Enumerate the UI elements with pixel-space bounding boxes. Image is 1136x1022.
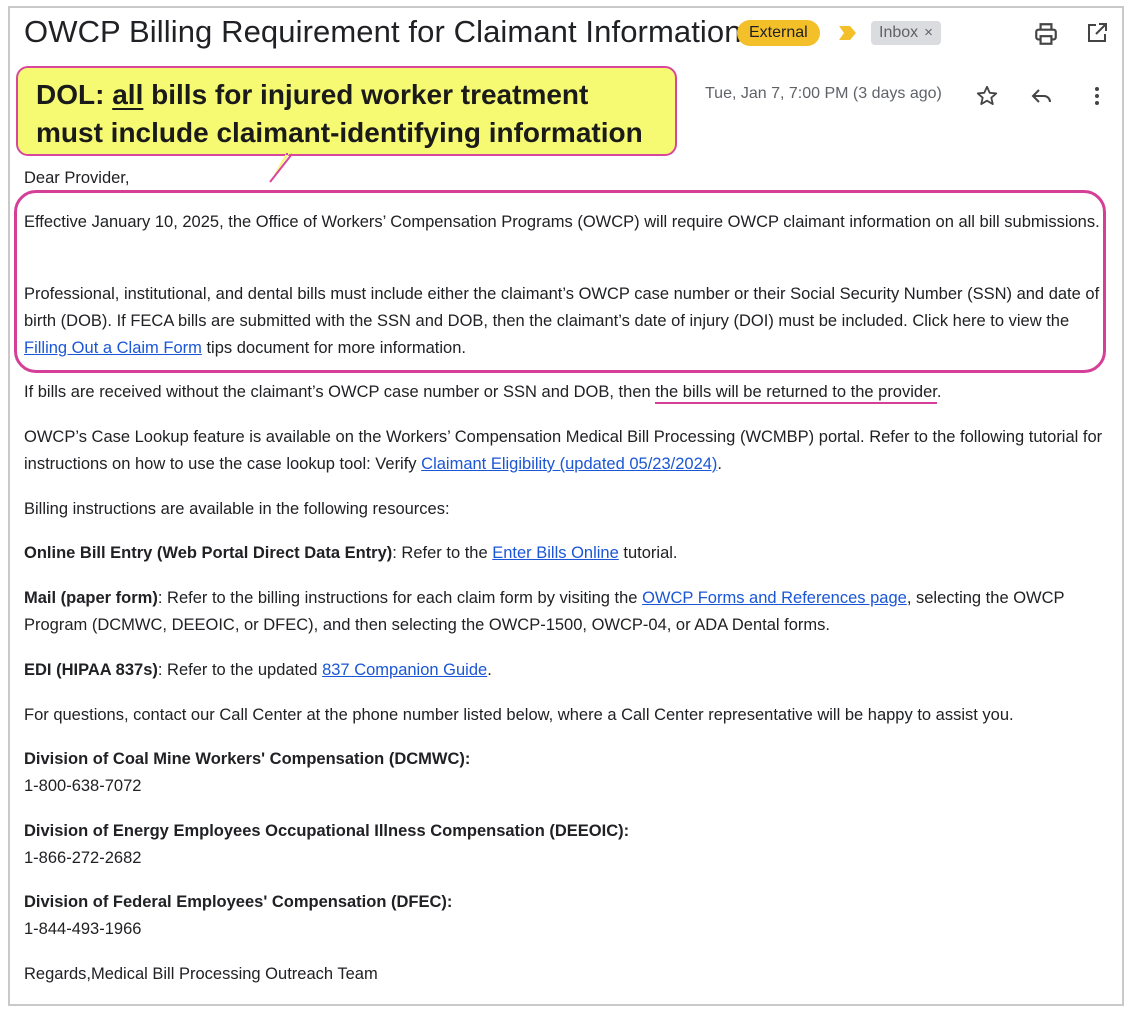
paragraph-edi: EDI (HIPAA 837s): Refer to the updated 8… [24, 657, 1112, 684]
contact-deeoic: Division of Energy Employees Occupationa… [24, 818, 1112, 872]
annotation-highlight-box [14, 190, 1106, 373]
more-vertical-icon[interactable] [1085, 84, 1109, 108]
greeting: Dear Provider, [24, 169, 130, 187]
paragraph-mail-paper-form: Mail (paper form): Refer to the billing … [24, 585, 1112, 639]
inbox-label-chip: Inbox × [871, 21, 941, 45]
contact-name: Division of Coal Mine Workers' Compensat… [24, 750, 471, 768]
callout-emphasis: all [112, 79, 144, 110]
email-subject: OWCP Billing Requirement for Claimant In… [24, 14, 742, 49]
callout-line-1: DOL: all bills for injured worker treatm… [36, 76, 643, 114]
email-date: Tue, Jan 7, 7:00 PM (3 days ago) [705, 85, 942, 102]
paragraph-case-lookup: OWCP’s Case Lookup feature is available … [24, 424, 1112, 478]
callout-text: DOL: all bills for injured worker treatm… [36, 76, 643, 152]
contact-dfec: Division of Federal Employees' Compensat… [24, 889, 1112, 943]
p6-text: : Refer to the [392, 544, 493, 562]
reply-icon[interactable] [1030, 84, 1054, 108]
importance-marker-icon[interactable] [838, 25, 858, 41]
contact-dcmwc: Division of Coal Mine Workers' Compensat… [24, 746, 1112, 800]
p3-text: If bills are received without the claima… [24, 383, 656, 401]
returned-to-provider-emphasis: the bills will be returned to the provid… [655, 383, 937, 404]
paragraph-billing-resources: Billing instructions are available in th… [24, 500, 450, 518]
external-badge: External [737, 20, 820, 46]
contact-name: Division of Federal Employees' Compensat… [24, 893, 453, 911]
contact-phone: 1-800-638-7072 [24, 777, 142, 795]
inbox-label-text: Inbox [879, 24, 919, 41]
p8-text-end: . [487, 661, 492, 679]
callout-prefix: DOL: [36, 79, 113, 110]
remove-label-icon[interactable]: × [924, 24, 933, 41]
online-bill-entry-heading: Online Bill Entry (Web Portal Direct Dat… [24, 544, 393, 562]
print-icon[interactable] [1033, 21, 1059, 47]
contact-name: Division of Energy Employees Occupationa… [24, 822, 630, 840]
mail-paper-form-heading: Mail (paper form) [24, 589, 158, 607]
p3-text-end: . [936, 383, 942, 401]
p6-text-end: tutorial. [618, 544, 678, 562]
contact-phone: 1-844-493-1966 [24, 920, 142, 938]
star-icon[interactable] [975, 84, 999, 108]
p8-text: : Refer to the updated [157, 661, 323, 679]
paragraph-online-bill-entry: Online Bill Entry (Web Portal Direct Dat… [24, 540, 1112, 567]
p7-text: : Refer to the billing instructions for … [157, 589, 643, 607]
owcp-forms-references-link[interactable]: OWCP Forms and References page [642, 589, 907, 607]
companion-guide-link[interactable]: 837 Companion Guide [322, 661, 487, 679]
callout-line-1-rest: bills for injured worker treatment [143, 79, 589, 110]
paragraph-returned-bills: If bills are received without the claima… [24, 379, 1112, 406]
callout-line-2: must include claimant-identifying inform… [36, 117, 643, 148]
signoff: Regards,Medical Bill Processing Outreach… [24, 965, 378, 983]
claimant-eligibility-link[interactable]: Claimant Eligibility (updated 05/23/2024… [421, 455, 717, 473]
open-in-new-window-icon[interactable] [1085, 21, 1109, 45]
p4-text-end: . [717, 455, 723, 473]
annotation-callout: DOL: all bills for injured worker treatm… [16, 66, 677, 156]
paragraph-questions: For questions, contact our Call Center a… [24, 706, 1014, 724]
edi-heading: EDI (HIPAA 837s) [24, 661, 158, 679]
contact-phone: 1-866-272-2682 [24, 849, 142, 867]
enter-bills-online-link[interactable]: Enter Bills Online [492, 544, 619, 562]
